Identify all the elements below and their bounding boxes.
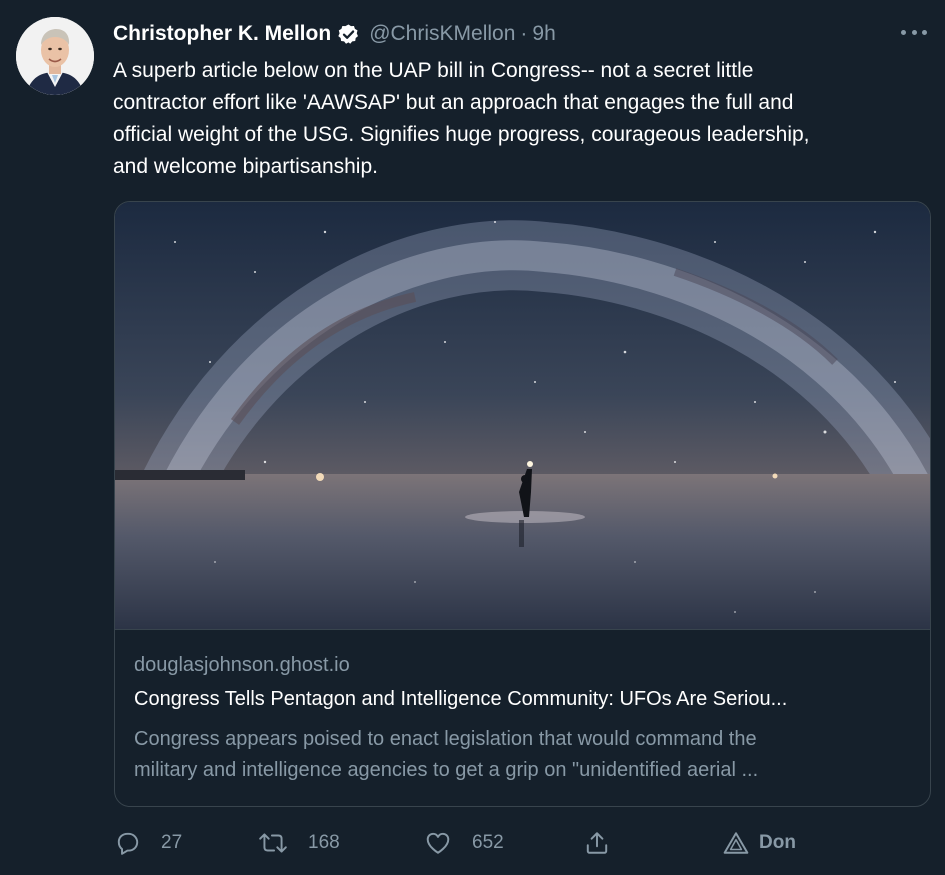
heart-icon	[424, 830, 452, 856]
reply-button[interactable]: 27	[115, 827, 182, 859]
don-button[interactable]: Don	[723, 827, 796, 859]
verified-badge-icon	[337, 23, 360, 46]
retweet-icon	[258, 830, 288, 856]
tweet-header: Christopher K. Mellon @ChrisKMellon · 9h	[113, 20, 556, 48]
share-icon	[584, 830, 610, 856]
card-title: Congress Tells Pentagon and Intelligence…	[134, 688, 788, 710]
card-domain: douglasjohnson.ghost.io	[134, 654, 350, 676]
like-button[interactable]: 652	[424, 827, 504, 859]
retweet-count: 168	[308, 832, 340, 853]
more-options-icon[interactable]	[901, 22, 927, 42]
tweet: Christopher K. Mellon @ChrisKMellon · 9h…	[0, 0, 945, 875]
author-display-name[interactable]: Christopher K. Mellon	[113, 22, 331, 46]
header-separator: ·	[520, 22, 528, 45]
card-description: Congress appears poised to enact legisla…	[134, 728, 759, 781]
link-card[interactable]: douglasjohnson.ghost.io Congress Tells P…	[114, 201, 931, 807]
tip-triangle-icon	[723, 831, 749, 855]
share-button[interactable]	[584, 827, 610, 859]
tweet-timestamp[interactable]: 9h	[532, 22, 555, 46]
like-count: 652	[472, 832, 504, 853]
reply-count: 27	[161, 832, 183, 853]
tweet-actions: 27 168 652 Don	[0, 823, 945, 863]
card-image	[115, 202, 930, 630]
avatar[interactable]	[16, 17, 94, 95]
don-label: Don	[759, 832, 796, 853]
author-handle[interactable]: @ChrisKMellon	[369, 22, 515, 46]
reply-icon	[115, 830, 141, 856]
retweet-button[interactable]: 168	[258, 827, 340, 859]
tweet-text: A superb article below on the UAP bill i…	[113, 59, 810, 178]
